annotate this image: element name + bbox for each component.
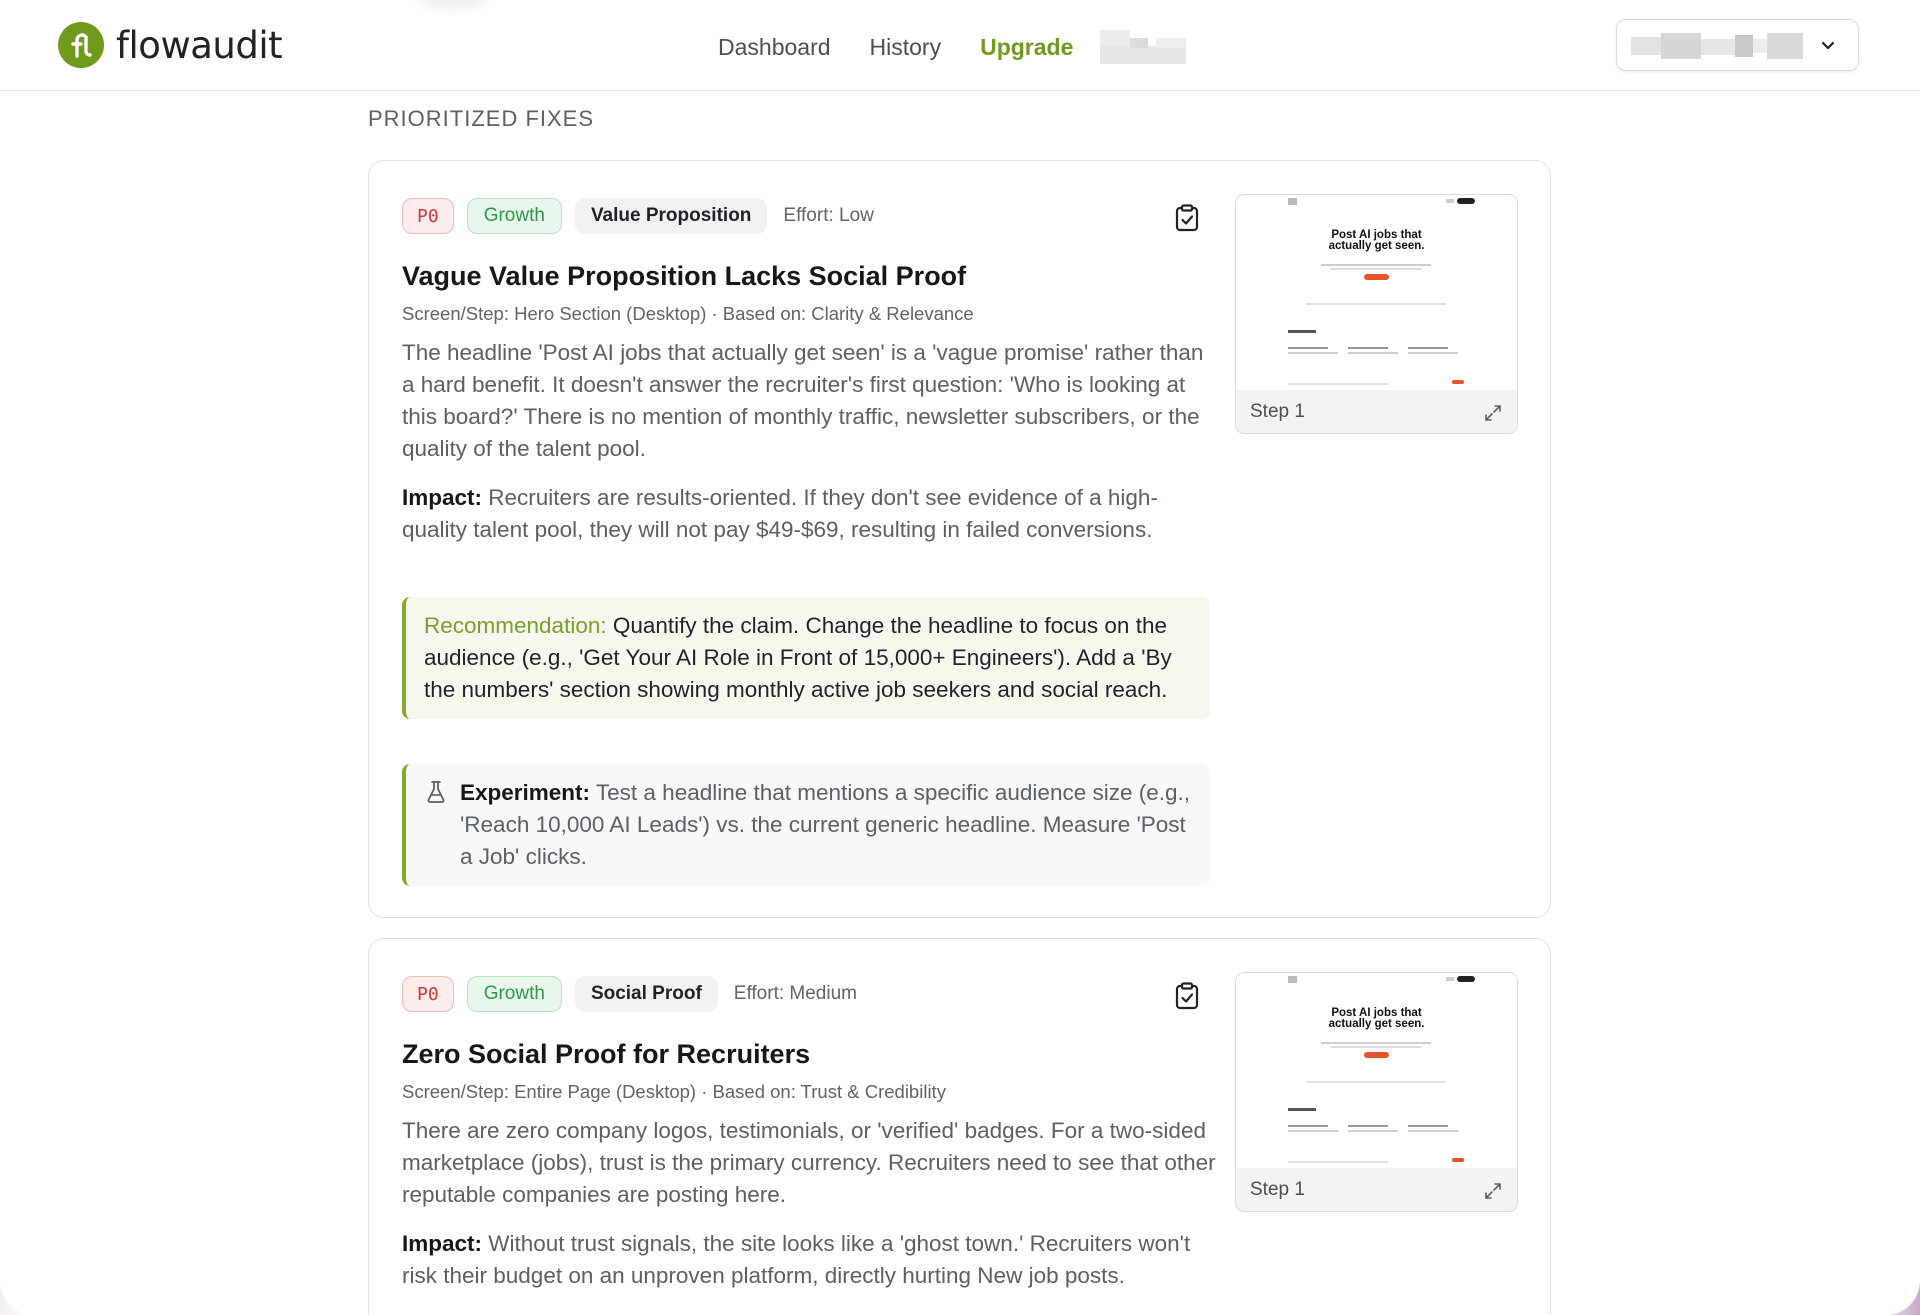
category-badge: Value Proposition: [574, 198, 768, 234]
brand-name: flowaudit: [116, 23, 283, 67]
app-frame: flowaudit Dashboard History Upgrade PRIO…: [0, 0, 1920, 1315]
fix-card: P0 Growth Value Proposition Effort: Low …: [368, 160, 1551, 918]
fix-meta: Screen/Step: Entire Page (Desktop) · Bas…: [402, 1081, 946, 1102]
fix-card: P0 Growth Social Proof Effort: Medium Ze…: [368, 938, 1551, 1315]
impact-label: Impact:: [402, 1231, 483, 1256]
team-badge: Growth: [466, 198, 562, 234]
effort-label: Effort: Medium: [733, 983, 857, 1004]
thumbnail-preview: Post AI jobs that actually get seen.: [1236, 195, 1517, 390]
experiment-label: Experiment:: [460, 780, 591, 805]
expand-icon[interactable]: [1483, 1181, 1503, 1201]
recommendation-label: Recommendation:: [424, 613, 607, 638]
thumbnail-label: Step 1: [1250, 401, 1305, 422]
clipboard-check-icon[interactable]: [1174, 204, 1200, 232]
fix-title: Zero Social Proof for Recruiters: [402, 1039, 811, 1069]
thumbnail-preview: Post AI jobs that actually get seen.: [1236, 973, 1517, 1168]
fix-impact: Impact: Without trust signals, the site …: [402, 1228, 1217, 1292]
fix-meta: Screen/Step: Hero Section (Desktop) · Ba…: [402, 303, 974, 324]
priority-badge: P0: [402, 198, 454, 234]
flask-icon: [426, 780, 446, 804]
decorative-blur: [420, 0, 488, 10]
flowaudit-logo-icon: [58, 22, 104, 68]
screenshot-thumbnail[interactable]: Post AI jobs that actually get seen. Ste…: [1235, 972, 1518, 1212]
priority-badge: P0: [402, 976, 454, 1012]
expand-icon[interactable]: [1483, 403, 1503, 423]
redacted-account-name: [1631, 33, 1803, 59]
impact-label: Impact:: [402, 485, 483, 510]
nav-links: Dashboard History Upgrade: [718, 30, 1187, 64]
nav-dashboard[interactable]: Dashboard: [718, 34, 831, 61]
fix-tags: P0 Growth Social Proof Effort: Medium: [402, 976, 857, 1012]
experiment-box: Experiment: Test a headline that mention…: [402, 764, 1210, 886]
nav-history[interactable]: History: [870, 34, 942, 61]
fix-description: The headline 'Post AI jobs that actually…: [402, 340, 1204, 461]
team-badge: Growth: [466, 976, 562, 1012]
section-title: PRIORITIZED FIXES: [368, 106, 595, 131]
recommendation-box: Recommendation: Quantify the claim. Chan…: [402, 597, 1210, 719]
fix-description: There are zero company logos, testimonia…: [402, 1118, 1216, 1207]
fix-title: Vague Value Proposition Lacks Social Pro…: [402, 261, 967, 291]
screenshot-thumbnail[interactable]: Post AI jobs that actually get seen. Ste…: [1235, 194, 1518, 434]
fix-impact: Impact: Recruiters are results-oriented.…: [402, 482, 1217, 546]
chevron-down-icon: [1818, 36, 1838, 56]
clipboard-check-icon[interactable]: [1174, 982, 1200, 1010]
top-navigation: flowaudit Dashboard History Upgrade: [0, 0, 1920, 91]
effort-label: Effort: Low: [783, 205, 874, 226]
fix-tags: P0 Growth Value Proposition Effort: Low: [402, 198, 874, 234]
thumbnail-headline-2: actually get seen.: [1328, 1018, 1425, 1030]
category-badge: Social Proof: [574, 976, 718, 1012]
thumbnail-label: Step 1: [1250, 1179, 1305, 1200]
impact-text: Recruiters are results-oriented. If they…: [402, 485, 1158, 542]
nav-upgrade[interactable]: Upgrade: [980, 34, 1073, 61]
account-switcher[interactable]: [1616, 19, 1859, 71]
thumbnail-headline-2: actually get seen.: [1328, 240, 1425, 252]
redacted-nav-item[interactable]: [1100, 30, 1187, 64]
brand-logo[interactable]: flowaudit: [58, 22, 283, 68]
impact-text: Without trust signals, the site looks li…: [402, 1231, 1191, 1288]
